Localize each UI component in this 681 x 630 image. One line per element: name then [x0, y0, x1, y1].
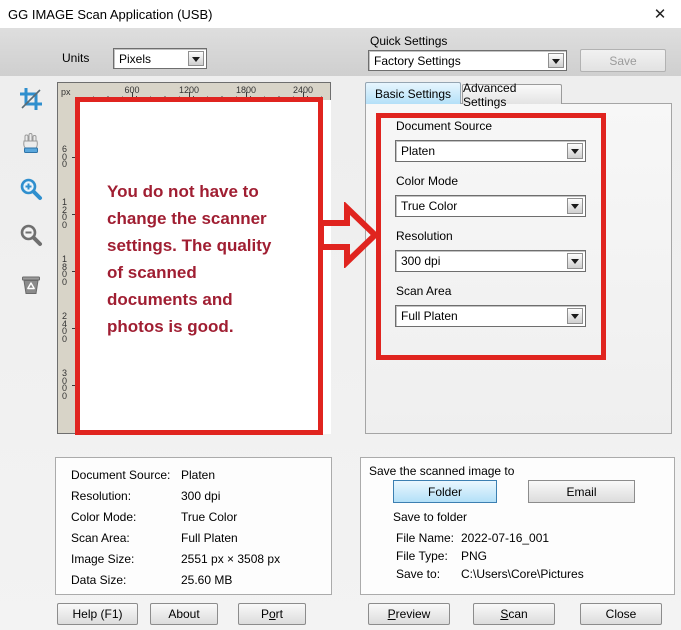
units-dropdown-arrow-icon[interactable]	[188, 51, 204, 66]
color-mode-dropdown-arrow-icon[interactable]	[567, 198, 583, 214]
hand-pan-icon[interactable]	[18, 130, 44, 156]
info-value: True Color	[181, 510, 237, 524]
save-destination-panel: Save the scanned image to Folder Email S…	[360, 457, 675, 595]
info-value: 2551 px × 3508 px	[181, 552, 280, 566]
save-settings-button[interactable]: Save	[580, 49, 666, 72]
top-toolbar: Units Pixels Quick Settings Factory Sett…	[0, 28, 681, 76]
info-value: 300 dpi	[181, 489, 220, 503]
save-to-label: Save to:	[396, 567, 440, 581]
resolution-value: 300 dpi	[401, 254, 440, 268]
resolution-label: Resolution	[396, 229, 453, 243]
color-mode-value: True Color	[401, 199, 457, 213]
close-icon[interactable]: ✕	[647, 3, 673, 25]
document-source-value: Platen	[401, 144, 435, 158]
annotation-rect-preview: You do not have to change the scanner se…	[75, 97, 323, 435]
scan-area-select[interactable]: Full Platen	[395, 305, 586, 327]
port-button[interactable]: Port	[238, 603, 306, 625]
about-button[interactable]: About	[150, 603, 218, 625]
crop-icon[interactable]	[18, 86, 44, 112]
info-label: Image Size:	[71, 552, 134, 566]
email-button[interactable]: Email	[528, 480, 635, 503]
quick-settings-dropdown-arrow-icon[interactable]	[548, 53, 564, 68]
info-label: Scan Area:	[71, 531, 130, 545]
v-ruler-label: 3000	[62, 370, 70, 400]
file-type-value: PNG	[461, 549, 487, 563]
quick-settings-value: Factory Settings	[374, 54, 461, 68]
file-type-label: File Type:	[396, 549, 448, 563]
v-ruler-label: 2400	[62, 313, 70, 343]
help-button[interactable]: Help (F1)	[57, 603, 138, 625]
zoom-in-icon[interactable]	[18, 176, 44, 202]
annotation-arrow-icon	[318, 202, 380, 273]
save-panel-title: Save the scanned image to	[369, 464, 514, 478]
scan-area-value: Full Platen	[401, 309, 458, 323]
info-label: Color Mode:	[71, 510, 136, 524]
scan-area-dropdown-arrow-icon[interactable]	[567, 308, 583, 324]
info-label: Resolution:	[71, 489, 131, 503]
info-value: Platen	[181, 468, 215, 482]
folder-button[interactable]: Folder	[393, 480, 497, 503]
document-source-select[interactable]: Platen	[395, 140, 586, 162]
close-button[interactable]: Close	[580, 603, 662, 625]
color-mode-select[interactable]: True Color	[395, 195, 586, 217]
units-label: Units	[62, 51, 89, 65]
annotation-text: You do not have to change the scanner se…	[107, 178, 312, 340]
v-ruler-label: 1200	[62, 199, 70, 229]
file-name-label: File Name:	[396, 531, 454, 545]
resolution-dropdown-arrow-icon[interactable]	[567, 253, 583, 269]
app-window: GG IMAGE Scan Application (USB) ✕ Units …	[0, 0, 681, 630]
quick-settings-select[interactable]: Factory Settings	[368, 50, 567, 71]
info-label: Data Size:	[71, 573, 126, 587]
info-value: Full Platen	[181, 531, 238, 545]
resolution-select[interactable]: 300 dpi	[395, 250, 586, 272]
save-to-folder-label: Save to folder	[393, 510, 467, 524]
tab-advanced-settings[interactable]: Advanced Settings	[462, 84, 562, 104]
v-ruler-label: 600	[62, 146, 70, 169]
ruler-unit-label: px	[61, 87, 71, 97]
file-name-value: 2022-07-16_001	[461, 531, 549, 545]
scan-area-label: Scan Area	[396, 284, 451, 298]
info-value: 25.60 MB	[181, 573, 232, 587]
title-bar: GG IMAGE Scan Application (USB) ✕	[0, 0, 681, 28]
quick-settings-label: Quick Settings	[370, 34, 447, 48]
v-ruler-label: 1800	[62, 256, 70, 286]
info-label: Document Source:	[71, 468, 170, 482]
save-to-value: C:\Users\Core\Pictures	[461, 567, 584, 581]
scan-info-panel: Document Source: Platen Resolution: 300 …	[55, 457, 332, 595]
window-title: GG IMAGE Scan Application (USB)	[8, 7, 212, 22]
zoom-out-icon[interactable]	[18, 222, 44, 248]
document-source-label: Document Source	[396, 119, 492, 133]
preview-button[interactable]: Preview	[368, 603, 450, 625]
color-mode-label: Color Mode	[396, 174, 458, 188]
document-source-dropdown-arrow-icon[interactable]	[567, 143, 583, 159]
units-value: Pixels	[119, 52, 151, 66]
units-select[interactable]: Pixels	[113, 48, 207, 69]
trash-icon[interactable]	[18, 272, 44, 298]
tab-basic-settings[interactable]: Basic Settings	[365, 82, 461, 104]
scan-button[interactable]: Scan	[473, 603, 555, 625]
